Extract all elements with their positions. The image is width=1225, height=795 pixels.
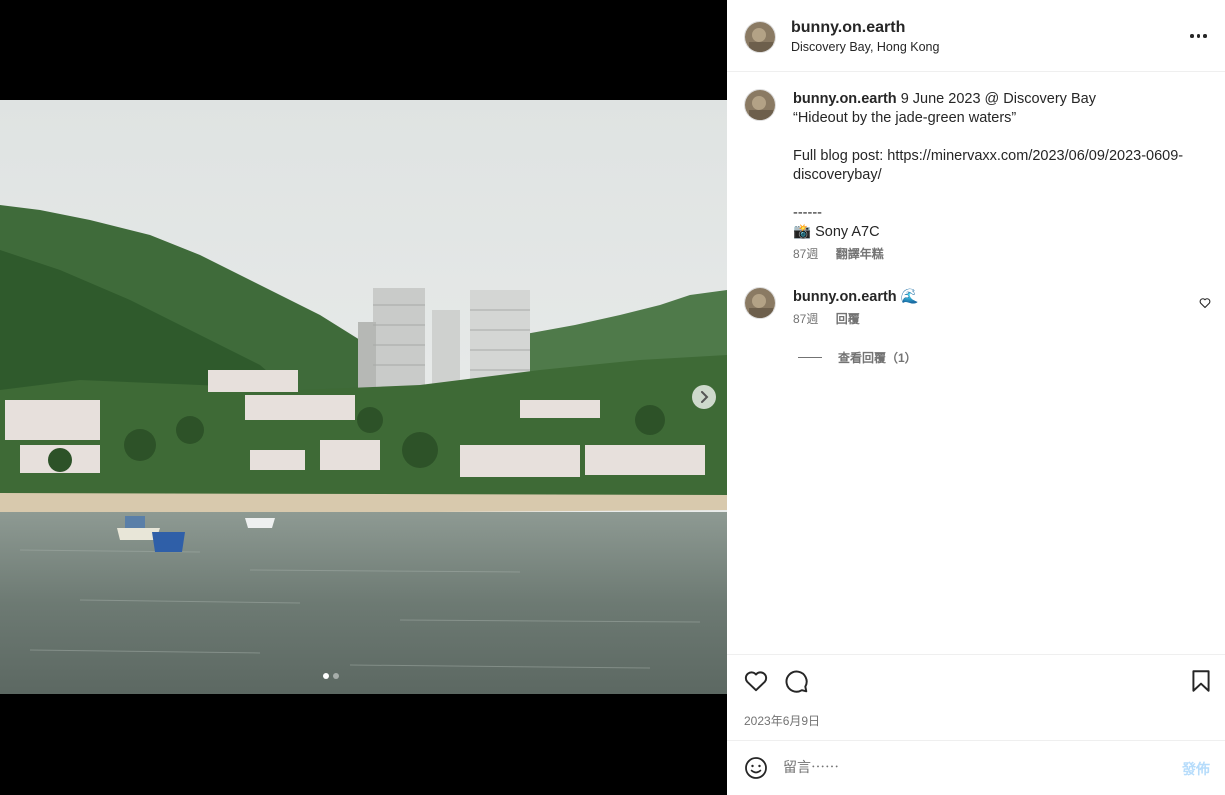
- author-username[interactable]: bunny.on.earth: [791, 19, 905, 37]
- post-comment-button[interactable]: 發佈: [1182, 759, 1210, 779]
- bookmark-icon: [1192, 670, 1210, 692]
- caption-text: 9 June 2023 @ Discovery Bay: [900, 91, 1096, 107]
- caption-avatar[interactable]: [744, 89, 776, 121]
- caption-age: 87週: [793, 247, 819, 261]
- post-date[interactable]: 2023年6月9日: [744, 712, 820, 729]
- landscape-photo: [0, 100, 727, 694]
- caption-username[interactable]: bunny.on.earth: [793, 91, 897, 107]
- post-media: [0, 0, 727, 795]
- heart-icon: [744, 671, 768, 692]
- comment-text: 🌊: [900, 289, 919, 305]
- comment-composer: 發佈: [727, 740, 1225, 795]
- carousel-dot: [333, 673, 339, 679]
- carousel-dot-active: [323, 673, 329, 679]
- save-button[interactable]: [1188, 668, 1214, 694]
- caption-line-5: ​: [793, 185, 1203, 204]
- caption-body: bunny.on.earth 9 June 2023 @ Discovery B…: [793, 90, 1203, 264]
- comment-body: bunny.on.earth 🌊 87週 回覆: [793, 288, 919, 329]
- comment-age: 87週: [793, 312, 819, 326]
- author-avatar[interactable]: [744, 21, 776, 53]
- comment-meta: 87週 回覆: [793, 310, 919, 329]
- reply-link[interactable]: 回覆: [836, 312, 860, 326]
- caption-blog-link[interactable]: Full blog post: https://minervaxx.com/20…: [793, 147, 1203, 185]
- avatar-image: [745, 22, 775, 52]
- caption-line-7: 📸 Sony A7C: [793, 224, 880, 240]
- caption-line-6: ------: [793, 205, 822, 221]
- commenter-username[interactable]: bunny.on.earth: [793, 289, 897, 305]
- carousel-indicator: [323, 673, 339, 679]
- post-location[interactable]: Discovery Bay, Hong Kong: [791, 40, 939, 54]
- more-options-button[interactable]: [1190, 29, 1208, 43]
- more-options-icon: [1190, 34, 1194, 38]
- carousel-next-button[interactable]: [692, 385, 716, 409]
- view-replies-button[interactable]: 查看回覆（1）: [798, 349, 917, 366]
- comment-like-button[interactable]: [1199, 296, 1211, 314]
- avatar-image: [745, 90, 775, 120]
- replies-divider: [798, 357, 822, 358]
- like-button[interactable]: [743, 668, 769, 694]
- caption-meta: 87週 翻譯年糕: [793, 245, 1203, 264]
- action-bar: 2023年6月9日: [727, 654, 1225, 740]
- comment-button[interactable]: [783, 668, 809, 694]
- emoji-button[interactable]: [744, 756, 768, 785]
- chevron-right-icon: [701, 391, 709, 403]
- commenter-avatar[interactable]: [744, 287, 776, 319]
- caption-line-3: ​: [793, 128, 1203, 147]
- post-details-panel: bunny.on.earth Discovery Bay, Hong Kong …: [727, 0, 1225, 795]
- view-replies-label: 查看回覆（1）: [838, 351, 917, 365]
- emoji-smile-icon: [745, 757, 767, 779]
- heart-icon: [1199, 298, 1211, 309]
- translate-link[interactable]: 翻譯年糕: [836, 247, 884, 261]
- caption-line-2: “Hideout by the jade-green waters”: [793, 110, 1017, 126]
- post-header: bunny.on.earth Discovery Bay, Hong Kong: [727, 0, 1225, 72]
- caption-line-1: bunny.on.earth 9 June 2023 @ Discovery B…: [793, 90, 1203, 109]
- avatar-image: [745, 288, 775, 318]
- comment-bubble-icon: [785, 670, 808, 693]
- comment-input[interactable]: [783, 753, 1163, 781]
- post-photo[interactable]: [0, 100, 727, 694]
